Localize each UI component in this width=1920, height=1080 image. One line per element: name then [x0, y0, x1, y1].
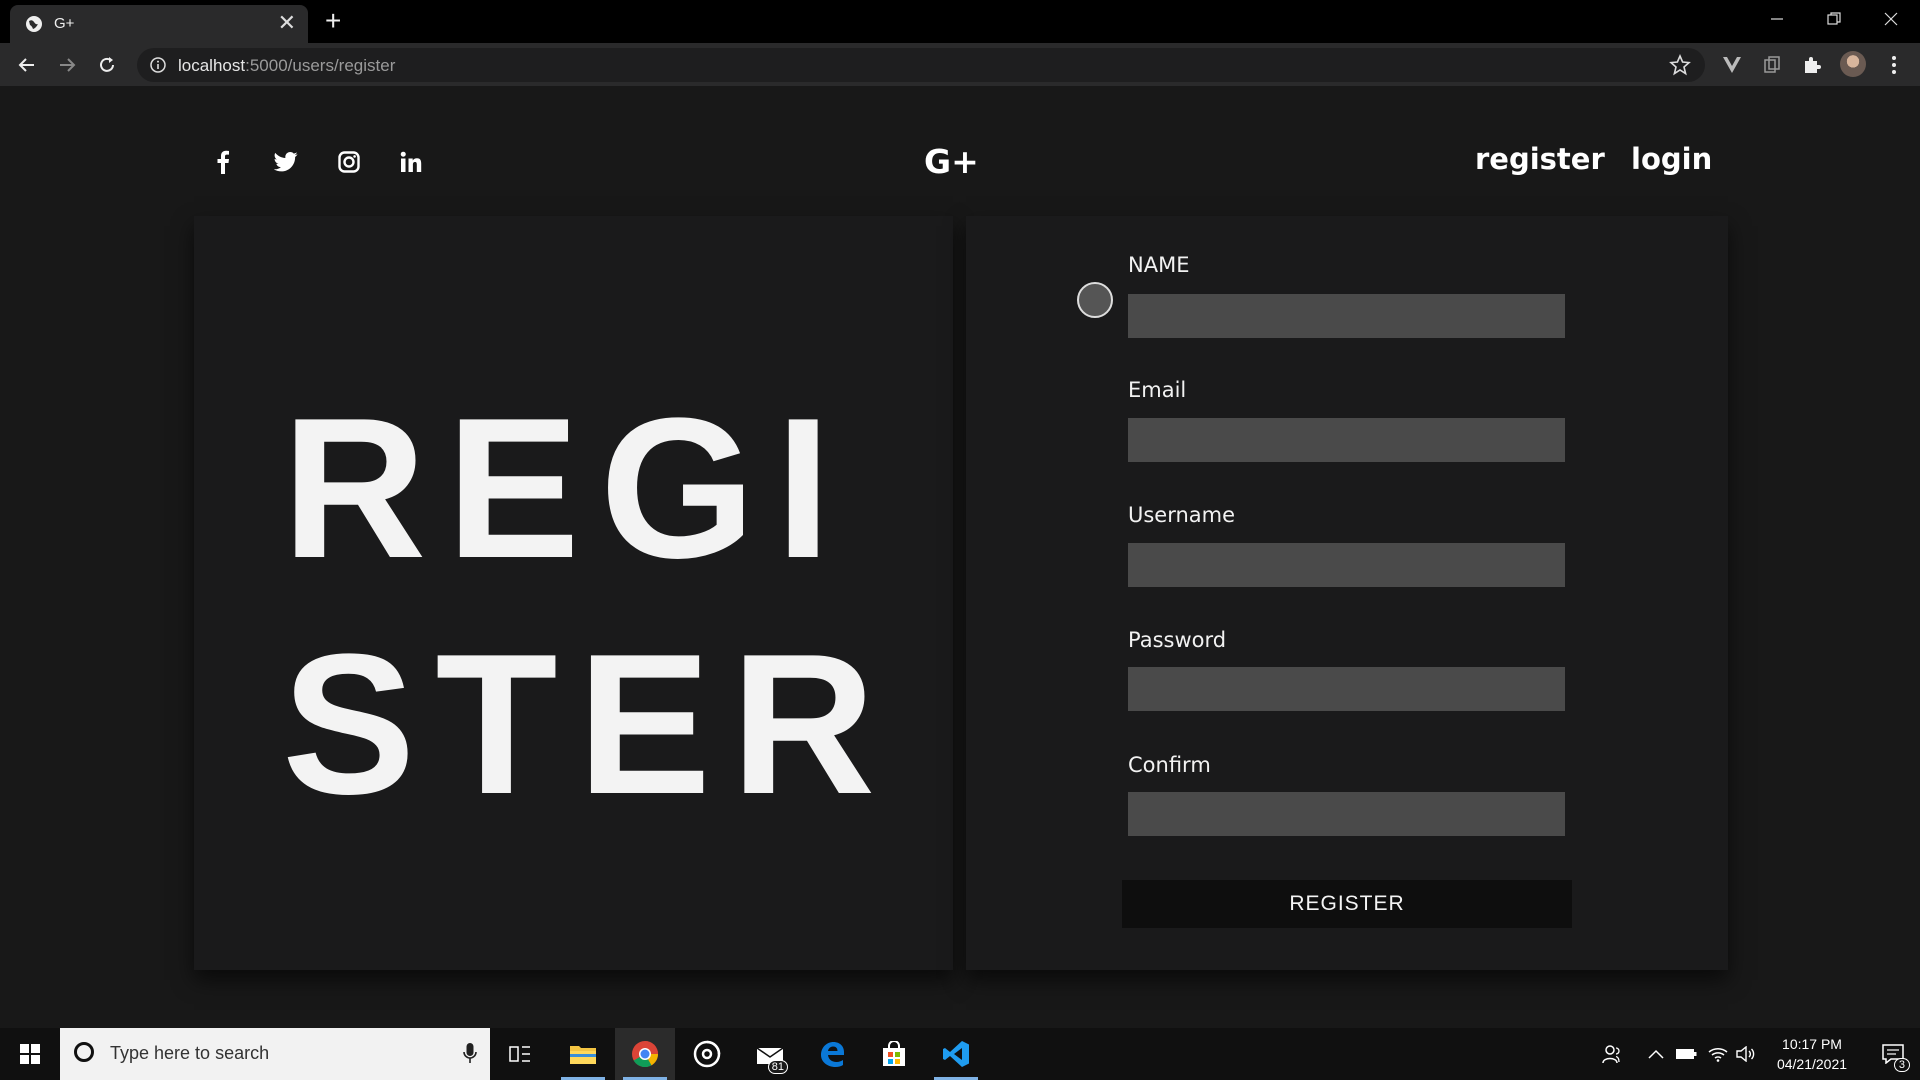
chevron-up-icon[interactable] — [1642, 1028, 1670, 1080]
chrome-menu-icon[interactable] — [1882, 53, 1906, 77]
email-label: Email — [1128, 378, 1187, 402]
mail-badge: 81 — [767, 1060, 788, 1074]
search-placeholder: Type here to search — [110, 1043, 270, 1063]
action-center-icon[interactable]: 3 — [1866, 1028, 1920, 1080]
linkedin-icon[interactable] — [397, 148, 425, 176]
browser-tab[interactable]: G+ ✕ — [10, 5, 308, 43]
extensions-puzzle-icon[interactable] — [1800, 53, 1824, 77]
new-tab-button[interactable]: + — [325, 5, 341, 37]
edge-icon[interactable] — [802, 1028, 862, 1080]
vscode-icon[interactable] — [926, 1028, 986, 1080]
microsoft-store-icon[interactable] — [864, 1028, 924, 1080]
cortana-icon — [74, 1042, 94, 1062]
browser-toolbar: localhost:5000/users/register — [0, 43, 1920, 86]
people-icon[interactable] — [1598, 1028, 1626, 1080]
email-input[interactable] — [1128, 418, 1565, 462]
tab-close-icon[interactable]: ✕ — [278, 12, 296, 34]
tab-title: G+ — [54, 15, 75, 32]
browser-tab-strip: G+ ✕ + — [0, 0, 1920, 43]
battery-icon[interactable] — [1672, 1028, 1700, 1080]
hero-title: REGISTER — [282, 377, 896, 836]
globe-icon — [26, 16, 42, 32]
minimize-icon[interactable] — [1755, 5, 1799, 33]
clock-time: 10:17 PM — [1782, 1036, 1842, 1052]
info-icon[interactable] — [150, 57, 166, 73]
url-path: :5000/users/register — [245, 56, 396, 75]
file-explorer-icon[interactable] — [553, 1028, 613, 1080]
clock-date: 04/21/2021 — [1776, 1056, 1848, 1072]
notification-badge: 3 — [1893, 1058, 1910, 1072]
url-host: localhost — [178, 56, 246, 75]
password-label: Password — [1128, 628, 1227, 652]
volume-icon[interactable] — [1732, 1028, 1760, 1080]
username-label: Username — [1128, 503, 1236, 527]
twitter-icon[interactable] — [272, 148, 300, 176]
brand-logo[interactable]: G+ — [924, 142, 979, 181]
address-bar[interactable]: localhost:5000/users/register — [137, 48, 1705, 82]
wifi-icon[interactable] — [1704, 1028, 1732, 1080]
vuejs-devtools-icon[interactable] — [1720, 53, 1744, 77]
confirm-password-input[interactable] — [1128, 792, 1565, 836]
windows-start-icon[interactable] — [0, 1028, 60, 1080]
microphone-icon[interactable] — [462, 1042, 478, 1066]
facebook-icon[interactable] — [209, 148, 237, 176]
windows-taskbar: Type here to search 81 10:17 PM 04/21/20… — [0, 1028, 1920, 1080]
restore-icon[interactable] — [1812, 5, 1856, 33]
confirm-label: Confirm — [1128, 753, 1211, 777]
copy-extension-icon[interactable] — [1760, 53, 1784, 77]
mouse-cursor-highlight — [1077, 282, 1113, 318]
hero-card: REGISTER — [194, 216, 953, 970]
url-text: localhost:5000/users/register — [178, 56, 395, 76]
register-form-card: NAME Email Username Password Confirm REG… — [966, 216, 1728, 970]
profile-avatar[interactable] — [1840, 51, 1866, 77]
system-clock[interactable]: 10:17 PM 04/21/2021 — [1762, 1034, 1862, 1074]
forward-arrow-icon[interactable] — [54, 52, 80, 78]
instagram-icon[interactable] — [335, 148, 363, 176]
bookmark-star-icon[interactable] — [1669, 54, 1691, 76]
web-page: G+ register login REGISTER NAME Email Us… — [0, 86, 1920, 1028]
name-input[interactable] — [1128, 294, 1565, 338]
nav-register-link[interactable]: register — [1475, 142, 1605, 176]
register-submit-button[interactable]: REGISTER — [1122, 880, 1572, 928]
password-input[interactable] — [1128, 667, 1565, 711]
close-window-icon[interactable] — [1869, 5, 1913, 33]
chrome-icon[interactable] — [615, 1028, 675, 1080]
username-input[interactable] — [1128, 543, 1565, 587]
mail-icon[interactable]: 81 — [740, 1028, 800, 1080]
reload-icon[interactable] — [94, 52, 120, 78]
nav-login-link[interactable]: login — [1631, 142, 1712, 176]
back-arrow-icon[interactable] — [14, 52, 40, 78]
taskbar-search-box[interactable]: Type here to search — [60, 1028, 490, 1080]
name-label: NAME — [1128, 253, 1190, 277]
groove-music-icon[interactable] — [677, 1028, 737, 1080]
task-view-icon[interactable] — [490, 1028, 550, 1080]
